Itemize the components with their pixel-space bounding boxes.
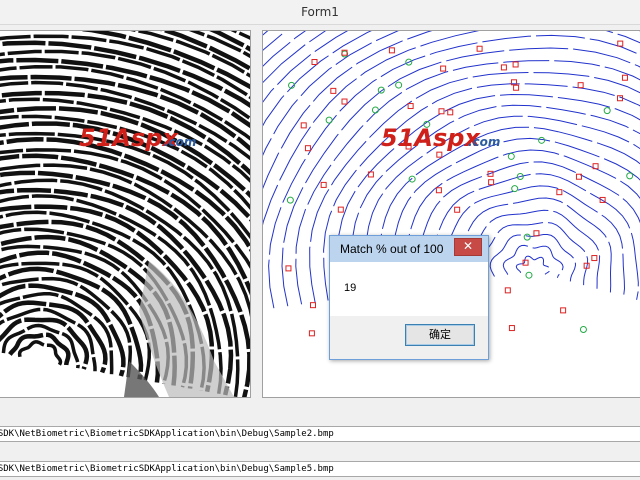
- fingerprint-image-left: 51Aspx .com: [0, 30, 251, 398]
- file-path-field-1[interactable]: rcSDK\NetBiometric\BiometricSDKApplicati…: [0, 426, 640, 442]
- dialog-titlebar[interactable]: Match % out of 100 ✕: [330, 236, 488, 262]
- watermark-left-suffix: .com: [164, 135, 196, 149]
- close-icon: ✕: [462, 239, 474, 253]
- dialog-message: 19: [344, 282, 357, 294]
- dialog-body: 19: [330, 262, 488, 316]
- watermark-right: 51Aspx: [381, 124, 481, 152]
- watermark-right-suffix: .com: [468, 135, 500, 149]
- ok-button-label: 确定: [429, 328, 451, 341]
- window-titlebar: Form1: [0, 0, 640, 25]
- dialog-footer: 确定: [330, 316, 488, 359]
- match-result-dialog: Match % out of 100 ✕ 19 确定: [329, 235, 489, 360]
- window-title: Form1: [301, 5, 339, 19]
- file-path-field-2[interactable]: rcSDK\NetBiometric\BiometricSDKApplicati…: [0, 461, 640, 477]
- file-path-2-text: rcSDK\NetBiometric\BiometricSDKApplicati…: [0, 464, 334, 474]
- close-button[interactable]: ✕: [454, 238, 482, 256]
- fingerprint-left-canvas: 51Aspx .com: [0, 31, 250, 397]
- file-path-1-text: rcSDK\NetBiometric\BiometricSDKApplicati…: [0, 429, 334, 439]
- ok-button[interactable]: 确定: [405, 324, 475, 346]
- dialog-title: Match % out of 100: [340, 242, 444, 256]
